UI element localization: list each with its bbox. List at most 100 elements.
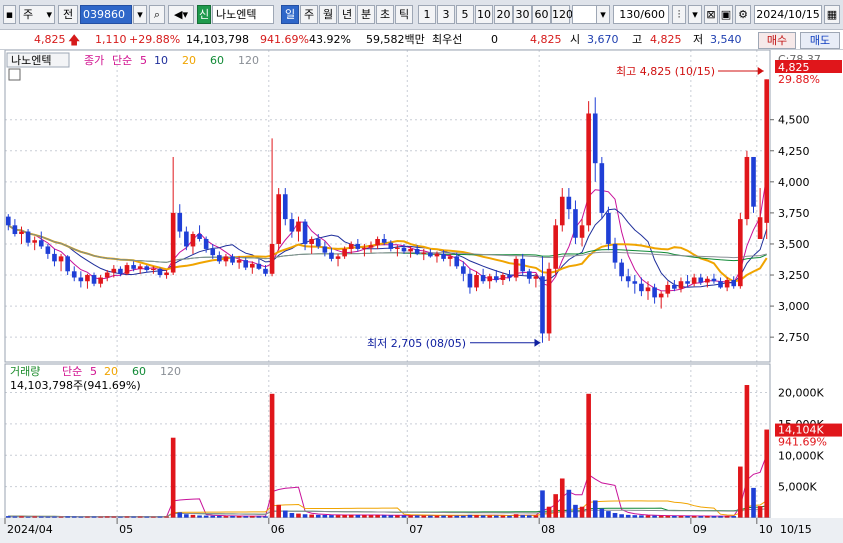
candle-body [738, 219, 743, 287]
candle-body [698, 277, 704, 283]
turnover-ratio: 43.92% [309, 33, 351, 46]
period-tab-6[interactable]: 틱 [395, 5, 413, 24]
calendar-icon[interactable]: ▦ [824, 5, 840, 24]
chevron-down-icon[interactable]: ▾ [688, 5, 702, 24]
preferred-value: 0 [491, 33, 498, 46]
floppy-disk-icon[interactable]: ▣ [719, 5, 733, 24]
speaker-icon[interactable]: ◀▾ [168, 5, 194, 24]
period-tab-5[interactable]: 초 [376, 5, 394, 24]
candle-body [144, 266, 150, 271]
market-select[interactable]: 주 ▾ [19, 5, 55, 24]
candle-body [217, 255, 222, 262]
prefix-button[interactable]: 전 [58, 5, 78, 24]
volume-bar [757, 506, 763, 518]
candle-body [38, 240, 44, 247]
open-label: 시 [570, 33, 581, 46]
panel-toggle-icon[interactable]: ▪ [3, 5, 16, 24]
candle-body [190, 234, 196, 247]
x-tick-label: 07 [409, 523, 423, 536]
volume-legend-item: 20 [104, 365, 118, 378]
candle-body [757, 217, 763, 239]
period-tab-0[interactable]: 일 [281, 5, 299, 24]
price-tick-label: 3,000 [778, 300, 810, 313]
price-tick-label: 4,000 [778, 176, 810, 189]
code-dropdown-icon[interactable]: ▾ [133, 5, 147, 24]
new-listing-badge: 신 [197, 5, 211, 24]
candle-body [428, 252, 433, 257]
candle-body [500, 275, 506, 280]
candle-body [652, 287, 657, 298]
candle-body [540, 276, 545, 334]
candle-body [606, 212, 611, 244]
chart-save-icon[interactable]: ⊠ [704, 5, 718, 24]
candle-body [118, 268, 123, 274]
search-icon[interactable]: ⌕ [149, 5, 165, 24]
period-tab-4[interactable]: 분 [357, 5, 375, 24]
interval-tab-3[interactable]: 10 [475, 5, 493, 24]
last-volume-pct: 941.69% [778, 436, 827, 449]
candle-body [566, 196, 572, 210]
candle-body [645, 287, 651, 292]
price-tick-label: 2,750 [778, 331, 810, 344]
bar-count-input[interactable]: 130/600 [613, 5, 669, 24]
sell-button[interactable]: 매도 [800, 32, 840, 49]
interval-tab-7[interactable]: 120 [551, 5, 573, 24]
candle-body [513, 258, 519, 278]
candle-body [507, 275, 512, 278]
volume-bar [269, 393, 275, 518]
candle-body [111, 268, 117, 273]
grid-toggle-icon[interactable] [8, 68, 21, 81]
candle-body [672, 284, 677, 289]
interval-tab-6[interactable]: 60 [532, 5, 551, 24]
candle-body [388, 242, 394, 249]
interval-tab-4[interactable]: 20 [494, 5, 513, 24]
candle-body [230, 256, 235, 263]
candle-body [658, 293, 664, 298]
stock-name: 나노엔텍 [212, 5, 274, 24]
period-tab-2[interactable]: 월 [319, 5, 337, 24]
volume-tick-label: 20,000K [778, 387, 824, 400]
candle-body [151, 268, 156, 271]
candle-body [454, 256, 460, 267]
interval-tab-2[interactable]: 5 [456, 5, 474, 24]
volume-legend-item: 5 [90, 365, 97, 378]
candle-type-icon[interactable]: ⫶ [672, 5, 686, 24]
candle-body [315, 238, 321, 247]
candle-body [632, 281, 638, 284]
period-tab-1[interactable]: 주 [300, 5, 318, 24]
candle-body [533, 276, 539, 279]
candle-body [164, 272, 169, 276]
candle-body [157, 268, 163, 276]
best-price: 4,825 [530, 33, 562, 46]
candle-body [573, 209, 578, 238]
candle-body [718, 281, 723, 288]
interval-dropdown-icon[interactable]: ▾ [596, 5, 610, 24]
period-tab-3[interactable]: 년 [338, 5, 356, 24]
gear-icon[interactable]: ⚙ [735, 5, 751, 24]
interval-tab-1[interactable]: 3 [437, 5, 455, 24]
date-input[interactable]: 2024/10/15 [754, 5, 822, 24]
candle-body [78, 277, 84, 282]
volume-bar [586, 393, 591, 518]
candle-body [579, 225, 585, 238]
volume-bar [619, 514, 624, 518]
candle-body [526, 271, 532, 279]
volume-bar [296, 513, 301, 518]
stock-code-input[interactable]: 039860 [80, 5, 132, 24]
volume-bar [566, 489, 572, 518]
trade-amount: 59,582백만 [366, 33, 425, 46]
candle-body [104, 272, 110, 278]
candle-body [599, 163, 605, 213]
candle-body [434, 253, 440, 257]
interval-tab-0[interactable]: 1 [418, 5, 436, 24]
candle-body [705, 278, 710, 283]
stock-chart[interactable]: 2,750 3,000 3,250 3,500 3,750 4,000 4,250 4,500… [0, 50, 843, 543]
interval-tab-5[interactable]: 30 [513, 5, 532, 24]
candle-body [177, 212, 183, 232]
candle-body [98, 277, 103, 284]
volume-bar [744, 385, 750, 518]
buy-button[interactable]: 매수 [758, 32, 796, 49]
candle-body [249, 263, 255, 268]
arrow-up-icon: 🡅 [68, 33, 81, 47]
candle-body [559, 196, 565, 226]
